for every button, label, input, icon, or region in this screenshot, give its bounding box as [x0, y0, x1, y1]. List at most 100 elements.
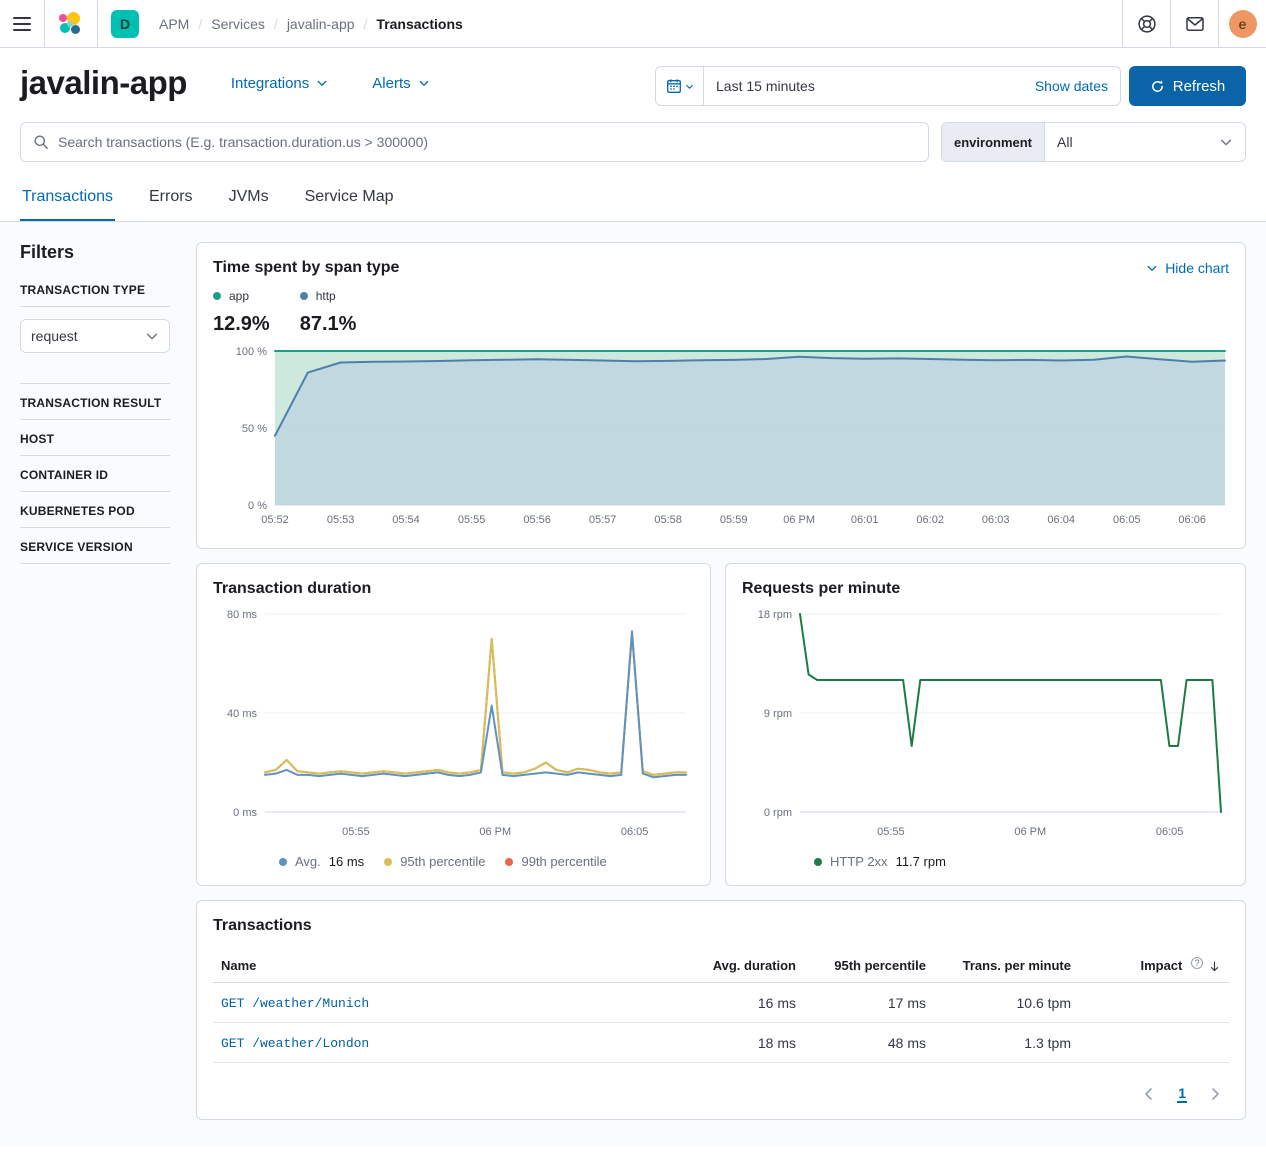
search-box: [20, 122, 929, 162]
transaction-type-value: request: [31, 328, 78, 344]
app-legend-dot: [213, 292, 221, 300]
legend-http-2xx[interactable]: HTTP 2xx 11.7 rpm: [814, 854, 946, 869]
requests-per-minute-chart[interactable]: 0 rpm9 rpm18 rpm05:5506 PM06:05: [742, 604, 1229, 844]
search-row: environment All: [0, 106, 1266, 162]
munich-95th: 17 ms: [804, 983, 934, 1023]
search-input[interactable]: [58, 134, 916, 150]
svg-text:0 ms: 0 ms: [233, 807, 257, 819]
environment-prefix-label: environment: [942, 123, 1045, 161]
span-type-panel: Time spent by span type Hide chart app 1…: [196, 242, 1246, 549]
svg-text:05:58: 05:58: [654, 514, 682, 526]
table-row: GET /weather/London 18 ms 48 ms 1.3 tpm: [213, 1023, 1229, 1063]
refresh-icon: [1150, 79, 1165, 94]
svg-text:06:02: 06:02: [916, 514, 944, 526]
integrations-link[interactable]: Integrations: [231, 75, 328, 92]
column-header-tpm[interactable]: Trans. per minute: [934, 949, 1079, 983]
http-percent: 87.1%: [300, 313, 357, 336]
svg-text:06:04: 06:04: [1047, 514, 1075, 526]
filter-transaction-result-label[interactable]: TRANSACTION RESULT: [20, 396, 170, 410]
http2xx-legend-label: HTTP 2xx: [830, 854, 888, 869]
tab-bar: Transactions Errors JVMs Service Map: [0, 176, 1266, 222]
tab-transactions[interactable]: Transactions: [20, 176, 115, 221]
column-header-impact[interactable]: Impact ?: [1079, 949, 1229, 983]
environment-value: All: [1045, 134, 1219, 150]
breadcrumb-item-services[interactable]: Services: [211, 16, 265, 32]
transaction-link-munich[interactable]: GET /weather/Munich: [221, 996, 369, 1011]
tab-jvms[interactable]: JVMs: [227, 176, 271, 221]
calendar-icon: [666, 78, 682, 94]
svg-text:05:55: 05:55: [877, 826, 905, 838]
svg-text:05:57: 05:57: [589, 514, 617, 526]
page-title: javalin-app: [20, 64, 187, 102]
avg-legend-value: 16 ms: [329, 854, 364, 869]
tab-errors[interactable]: Errors: [147, 176, 195, 221]
filter-kubernetes-pod-label[interactable]: KUBERNETES POD: [20, 504, 170, 518]
svg-text:06:05: 06:05: [621, 826, 649, 838]
svg-text:0 rpm: 0 rpm: [764, 807, 792, 819]
newsfeed-button[interactable]: [1170, 0, 1218, 47]
legend-99th[interactable]: 99th percentile: [505, 854, 606, 869]
svg-text:18 rpm: 18 rpm: [758, 609, 792, 621]
elastic-logo: [58, 11, 84, 37]
breadcrumb-item-apm[interactable]: APM: [159, 16, 189, 32]
filter-service-version-label[interactable]: SERVICE VERSION: [20, 540, 170, 554]
content-area: Filters TRANSACTION TYPE request TRANSAC…: [0, 222, 1266, 1147]
london-95th: 48 ms: [804, 1023, 934, 1063]
svg-text:05:56: 05:56: [523, 514, 551, 526]
transaction-type-select[interactable]: request: [20, 319, 170, 353]
time-range-value[interactable]: Last 15 minutes: [716, 78, 815, 94]
app-legend-label: app: [229, 289, 249, 303]
chevron-down-icon: [145, 329, 159, 343]
user-avatar[interactable]: e: [1229, 10, 1257, 38]
space-switcher[interactable]: D: [97, 0, 152, 47]
chevron-right-icon: [1207, 1086, 1223, 1102]
span-type-chart[interactable]: 0 %50 %100 %05:5205:5305:5405:5505:5605:…: [213, 344, 1229, 532]
svg-text:100 %: 100 %: [236, 346, 267, 358]
refresh-label: Refresh: [1173, 78, 1226, 95]
user-menu-button[interactable]: e: [1218, 0, 1266, 47]
integrations-label: Integrations: [231, 75, 309, 92]
life-buoy-help-icon: [1137, 14, 1157, 34]
http-legend-label: http: [316, 289, 336, 303]
hide-chart-label: Hide chart: [1165, 260, 1229, 276]
svg-text:05:53: 05:53: [327, 514, 355, 526]
filter-host-label[interactable]: HOST: [20, 432, 170, 446]
p99-legend-label: 99th percentile: [521, 854, 606, 869]
filter-container-id-label[interactable]: CONTAINER ID: [20, 468, 170, 482]
svg-text:05:59: 05:59: [720, 514, 748, 526]
breadcrumb-item-service[interactable]: javalin-app: [287, 16, 355, 32]
page-number-1[interactable]: 1: [1177, 1085, 1187, 1103]
column-header-95th[interactable]: 95th percentile: [804, 949, 934, 983]
legend-95th[interactable]: 95th percentile: [384, 854, 485, 869]
legend-http: http 87.1%: [300, 289, 357, 336]
chevron-down-icon: [685, 82, 694, 91]
tab-service-map[interactable]: Service Map: [303, 176, 396, 221]
elastic-home-button[interactable]: [44, 0, 97, 47]
next-page-button[interactable]: [1207, 1086, 1223, 1102]
filter-transaction-type-label: TRANSACTION TYPE: [20, 283, 170, 297]
hide-chart-link[interactable]: Hide chart: [1146, 260, 1229, 276]
quick-select-button[interactable]: [656, 67, 704, 105]
help-tooltip-icon[interactable]: ?: [1191, 957, 1203, 969]
impact-header-label: Impact: [1140, 958, 1182, 973]
svg-text:06:05: 06:05: [1156, 826, 1184, 838]
pagination: 1: [213, 1085, 1229, 1103]
environment-filter[interactable]: environment All: [941, 122, 1246, 162]
alerts-link[interactable]: Alerts: [372, 75, 429, 92]
show-dates-link[interactable]: Show dates: [1035, 78, 1108, 94]
menu-button[interactable]: [0, 0, 44, 47]
column-header-name[interactable]: Name: [213, 949, 684, 983]
refresh-button[interactable]: Refresh: [1129, 66, 1246, 106]
space-badge[interactable]: D: [111, 10, 139, 38]
service-header: javalin-app Integrations Alerts Last 15 …: [0, 48, 1266, 106]
legend-avg[interactable]: Avg. 16 ms: [279, 854, 364, 869]
previous-page-button[interactable]: [1141, 1086, 1157, 1102]
requests-per-minute-title: Requests per minute: [742, 580, 1229, 598]
http2xx-legend-dot: [814, 858, 822, 866]
transaction-duration-chart[interactable]: 0 ms40 ms80 ms05:5506 PM06:05: [213, 604, 694, 844]
transaction-link-london[interactable]: GET /weather/London: [221, 1036, 369, 1051]
help-button[interactable]: [1122, 0, 1170, 47]
column-header-avg-duration[interactable]: Avg. duration: [684, 949, 804, 983]
hamburger-menu-icon[interactable]: [13, 17, 31, 31]
breadcrumb-separator: /: [198, 16, 202, 32]
